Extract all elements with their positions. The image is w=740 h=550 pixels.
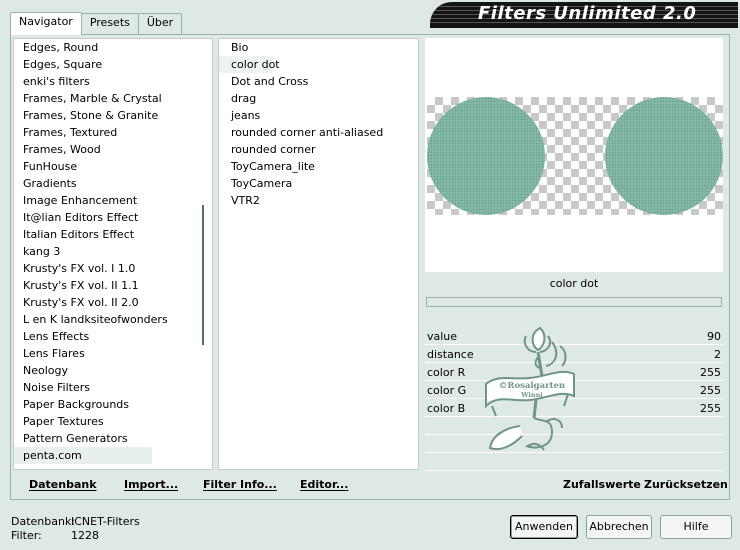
datenbank-value: ICNET-Filters <box>71 515 140 528</box>
category-item[interactable]: FunHouse <box>14 158 212 175</box>
category-item[interactable]: Edges, Round <box>14 39 212 56</box>
editor-button[interactable]: Editor... <box>300 478 348 491</box>
hilfe-button[interactable]: Hilfe <box>660 515 732 539</box>
filter-item[interactable]: VTR2 <box>219 192 418 209</box>
filter-count-label: Filter: <box>11 529 42 542</box>
preview-dot-right <box>605 97 723 215</box>
watermark-line-2: Winni <box>520 391 543 399</box>
parameter-name: color B <box>427 402 466 415</box>
filter-item[interactable]: jeans <box>219 107 418 124</box>
category-list[interactable]: Edges, Round Edges, Square enki's filters F… <box>13 38 213 470</box>
parameter-value[interactable]: 2 <box>714 346 721 363</box>
anwenden-button[interactable]: Anwenden <box>510 515 578 539</box>
category-item[interactable]: Krusty's FX vol. II 1.1 <box>14 277 212 294</box>
category-item[interactable]: Pattern Generators <box>14 430 212 447</box>
filter-item[interactable]: color dot <box>219 56 280 73</box>
category-item[interactable]: Paper Backgrounds <box>14 396 212 413</box>
watermark-line-1: ©Rosalgarten <box>499 381 565 391</box>
category-item[interactable]: It@lian Editors Effect <box>14 209 212 226</box>
category-item[interactable]: enki's filters <box>14 73 212 90</box>
tab-navigator[interactable]: Navigator <box>10 12 82 35</box>
app-title: Filters Unlimited 2.0 <box>478 3 697 24</box>
filter-item[interactable]: ToyCamera_lite <box>219 158 418 175</box>
category-item[interactable]: penta.com <box>14 447 152 464</box>
filter-item[interactable]: Bio <box>219 39 418 56</box>
category-item[interactable]: Lens Flares <box>14 345 212 362</box>
preview-dot-left <box>427 97 545 215</box>
import-button[interactable]: Import... <box>124 478 178 491</box>
tab-ueber[interactable]: Über <box>137 13 183 34</box>
zufallswerte-button[interactable]: Zufallswerte <box>563 478 641 491</box>
category-item[interactable]: Noise Filters <box>14 379 212 396</box>
filter-list[interactable]: Bio color dot Dot and Cross drag jeans rounde… <box>218 38 419 470</box>
filter-item[interactable]: drag <box>219 90 418 107</box>
category-item[interactable]: Lens Effects <box>14 328 212 345</box>
parameter-value[interactable]: 255 <box>700 364 721 381</box>
category-item[interactable]: Krusty's FX vol. II 2.0 <box>14 294 212 311</box>
current-filter-name: color dot <box>425 273 723 295</box>
category-item[interactable]: Krusty's FX vol. I 1.0 <box>14 260 212 277</box>
filter-item[interactable]: rounded corner <box>219 141 418 158</box>
category-item[interactable]: Edges, Square <box>14 56 212 73</box>
category-item[interactable]: Frames, Marble & Crystal <box>14 90 212 107</box>
app-banner: Filters Unlimited 2.0 <box>430 2 738 28</box>
category-item[interactable]: Frames, Stone & Granite <box>14 107 212 124</box>
status-area: Datenbank: ICNET-Filters Filter: 1228 <box>11 515 140 543</box>
tab-bar: Navigator Presets Über <box>10 12 183 35</box>
category-item[interactable]: L en K landksiteofwonders <box>14 311 212 328</box>
parameter-name: color G <box>427 384 467 397</box>
preview-pane <box>425 38 723 272</box>
filter-item[interactable]: ToyCamera <box>219 175 418 192</box>
category-item[interactable]: kang 3 <box>14 243 212 260</box>
category-item[interactable]: Frames, Textured <box>14 124 212 141</box>
parameter-name: distance <box>427 348 474 361</box>
rosalgarten-watermark-logo: ©Rosalgarten Winni <box>485 326 575 451</box>
action-bar: Datenbank Import... Filter Info... Edito… <box>13 473 419 499</box>
parameter-name: color R <box>427 366 466 379</box>
category-item[interactable]: Paper Textures <box>14 413 212 430</box>
parameter-value[interactable]: 90 <box>707 328 721 345</box>
zuruecksetzen-button[interactable]: Zurücksetzen <box>644 478 728 491</box>
filter-info-button[interactable]: Filter Info... <box>203 478 277 491</box>
progress-bar <box>426 297 722 307</box>
category-item[interactable]: Image Enhancement <box>14 192 212 209</box>
abbrechen-button[interactable]: Abbrechen <box>586 515 652 539</box>
datenbank-button[interactable]: Datenbank <box>29 478 97 491</box>
datenbank-label: Datenbank: <box>11 515 76 528</box>
category-item[interactable]: Gradients <box>14 175 212 192</box>
category-list-scrollbar[interactable] <box>202 205 204 345</box>
parameter-name: value <box>427 330 458 343</box>
filter-count-value: 1228 <box>71 529 99 542</box>
category-item[interactable]: Italian Editors Effect <box>14 226 212 243</box>
parameter-value[interactable]: 255 <box>700 382 721 399</box>
tab-presets[interactable]: Presets <box>80 13 139 34</box>
category-item[interactable]: Frames, Wood <box>14 141 212 158</box>
filter-item[interactable]: Dot and Cross <box>219 73 418 90</box>
filter-item[interactable]: rounded corner anti-aliased <box>219 124 418 141</box>
parameter-row-empty <box>425 454 723 471</box>
preset-action-bar: Zufallswerte Zurücksetzen <box>425 473 728 499</box>
category-item[interactable]: Neology <box>14 362 212 379</box>
parameter-value[interactable]: 255 <box>700 400 721 417</box>
